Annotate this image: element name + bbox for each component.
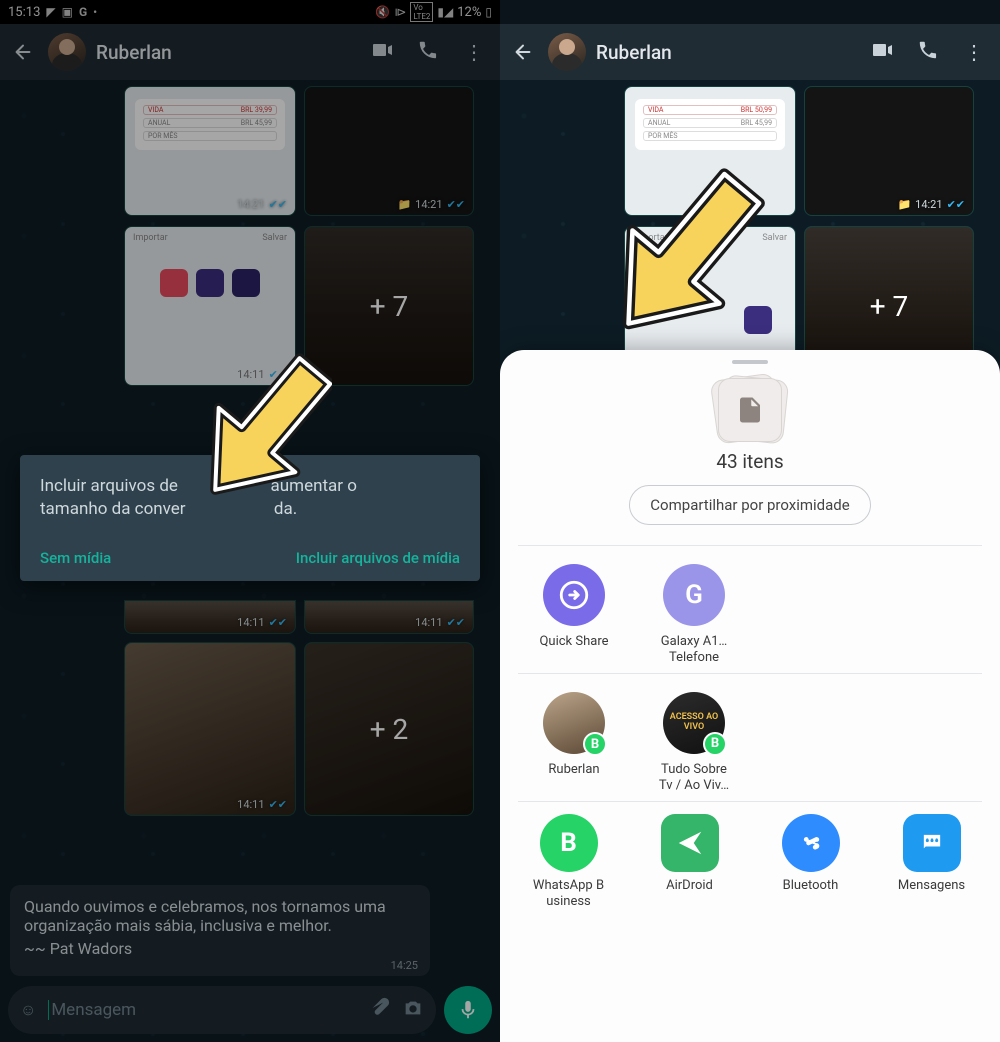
media-thumbnail[interactable]: 14:11 ✔✔ <box>124 600 296 634</box>
media-thumbnail[interactable]: VIDABRL 50,99ANUALBRL 45,99POR MÊS <box>624 86 796 216</box>
media-thumbnail[interactable]: 📁 14:21 ✔✔ <box>304 86 474 216</box>
more-media-count: + 2 <box>305 643 473 815</box>
voice-call-button[interactable] <box>410 39 446 66</box>
emoji-button[interactable]: ☺ <box>20 1000 36 1020</box>
timestamp: 14:11 <box>237 368 264 381</box>
include-media-button[interactable]: Incluir arquivos de mídia <box>296 549 460 567</box>
more-options-button[interactable]: ⋮ <box>456 40 492 64</box>
share-target-label: Tv / Ao Viv… <box>659 778 729 793</box>
quick-share-target[interactable]: Quick Share <box>514 564 634 665</box>
video-call-button[interactable] <box>364 38 400 67</box>
more-status-icon: • <box>93 5 97 19</box>
contact-share-target[interactable]: B Ruberlan <box>514 692 634 793</box>
media-thumbnail[interactable]: 14:11 ✔✔ <box>304 600 474 634</box>
share-target-label: Galaxy A1… <box>661 634 727 649</box>
app-share-target[interactable]: AirDroid <box>634 814 746 909</box>
share-target-label: Ruberlan <box>514 762 634 778</box>
app-icon <box>744 306 772 334</box>
share-target-label: WhatsApp B <box>533 878 604 893</box>
dialog-text: Incluir arquivos de <box>40 476 178 496</box>
status-time: 15:13 <box>8 5 40 20</box>
read-ticks-icon: ✔✔ <box>447 198 465 211</box>
galaxy-device-target[interactable]: G Galaxy A1…Telefone <box>634 564 754 665</box>
read-ticks-icon: ✔✔ <box>269 798 287 811</box>
sheet-handle[interactable] <box>732 360 768 364</box>
share-target-label: Mensagens <box>876 878 988 894</box>
battery-text: 12% <box>457 5 481 20</box>
nearby-share-button[interactable]: Compartilhar por proximidade <box>629 485 870 525</box>
read-ticks-icon: ✔✔ <box>447 616 465 629</box>
app-share-target[interactable]: B WhatsApp Business <box>513 814 625 909</box>
share-target-label: Bluetooth <box>755 878 867 894</box>
media-thumbnail[interactable]: + 2 <box>304 642 474 816</box>
send-status-icon: ◤ <box>46 5 55 19</box>
back-button[interactable] <box>508 37 538 67</box>
without-media-button[interactable]: Sem mídia <box>40 549 111 567</box>
share-target-label: Quick Share <box>514 634 634 650</box>
timestamp: 14:21 <box>237 198 264 211</box>
image-status-icon: ▣ <box>62 5 73 19</box>
share-target-label: Telefone <box>669 650 719 665</box>
video-call-button[interactable] <box>864 38 900 67</box>
whatsapp-badge-icon: B <box>583 732 607 756</box>
share-target-label: usiness <box>546 894 591 909</box>
message-placeholder: Mensagem <box>48 1000 356 1020</box>
read-ticks-icon: ✔✔ <box>269 198 287 211</box>
folder-icon: 📁 <box>397 198 411 211</box>
read-ticks-icon: ✔✔ <box>269 368 287 381</box>
message-text: Quando ouvimos e celebramos, nos tornamo… <box>24 897 416 935</box>
dialog-text: tamanho da conver <box>40 499 186 519</box>
voice-call-button[interactable] <box>910 39 946 66</box>
timestamp: 14:11 <box>237 798 264 811</box>
wifi-icon: ⧐ <box>394 5 406 19</box>
contact-name[interactable]: Ruberlan <box>596 41 854 64</box>
timestamp: 14:21 <box>915 198 942 211</box>
share-target-label: Tudo Sobre <box>661 762 727 777</box>
text-message[interactable]: Quando ouvimos e celebramos, nos tornamo… <box>10 885 430 976</box>
contact-share-target[interactable]: ACESSO AO VIVOB Tudo SobreTv / Ao Viv… <box>634 692 754 793</box>
share-sheet: 43 itens Compartilhar por proximidade Qu… <box>500 350 1000 1042</box>
volte-icon: VoLTE2 <box>410 2 433 22</box>
contact-name[interactable]: Ruberlan <box>96 41 354 64</box>
dialog-text: aumentar o <box>271 476 357 496</box>
signal-icon: ▮◢ <box>437 5 453 19</box>
media-thumbnail[interactable]: VIDABRL 39,99ANUALBRL 45,99POR MÊS 14:21… <box>124 86 296 216</box>
message-input[interactable]: ☺ Mensagem <box>8 986 436 1034</box>
include-media-dialog: Incluir arquivos de mídia pode aumentar … <box>20 455 480 581</box>
timestamp: 14:11 <box>237 616 264 629</box>
battery-icon: ▯ <box>485 5 492 19</box>
media-thumbnail[interactable]: + 7 <box>304 226 474 386</box>
app-share-target[interactable]: Mensagens <box>876 814 988 909</box>
attach-button[interactable] <box>368 997 390 1023</box>
timestamp: 14:21 <box>415 198 442 211</box>
media-thumbnail[interactable]: ImportarSalvar 14:11✔✔ <box>124 226 296 386</box>
media-thumbnail[interactable]: 14:11 ✔✔ <box>124 642 296 816</box>
read-ticks-icon: ✔✔ <box>269 616 287 629</box>
voice-record-button[interactable] <box>444 986 492 1034</box>
message-author: ~~ Pat Wadors <box>24 939 416 958</box>
camera-button[interactable] <box>402 997 424 1023</box>
mute-icon: 🔇 <box>375 5 390 19</box>
dialog-text: da. <box>274 499 297 519</box>
whatsapp-badge-icon: B <box>703 732 727 756</box>
share-items-count: 43 itens <box>500 450 1000 473</box>
share-target-label: AirDroid <box>634 878 746 894</box>
contact-avatar[interactable] <box>548 33 586 71</box>
timestamp: 14:11 <box>415 616 442 629</box>
more-options-button[interactable]: ⋮ <box>956 40 992 64</box>
google-status-icon: G <box>79 5 87 19</box>
media-thumbnail[interactable]: 📁 14:21 ✔✔ <box>804 86 974 216</box>
contact-avatar[interactable] <box>48 33 86 71</box>
app-share-target[interactable]: Bluetooth <box>755 814 867 909</box>
back-button[interactable] <box>8 37 38 67</box>
timestamp: 14:25 <box>391 959 418 972</box>
read-ticks-icon: ✔✔ <box>947 198 965 211</box>
folder-icon: 📁 <box>897 198 911 211</box>
more-media-count: + 7 <box>305 227 473 385</box>
share-preview-icon <box>718 378 782 442</box>
